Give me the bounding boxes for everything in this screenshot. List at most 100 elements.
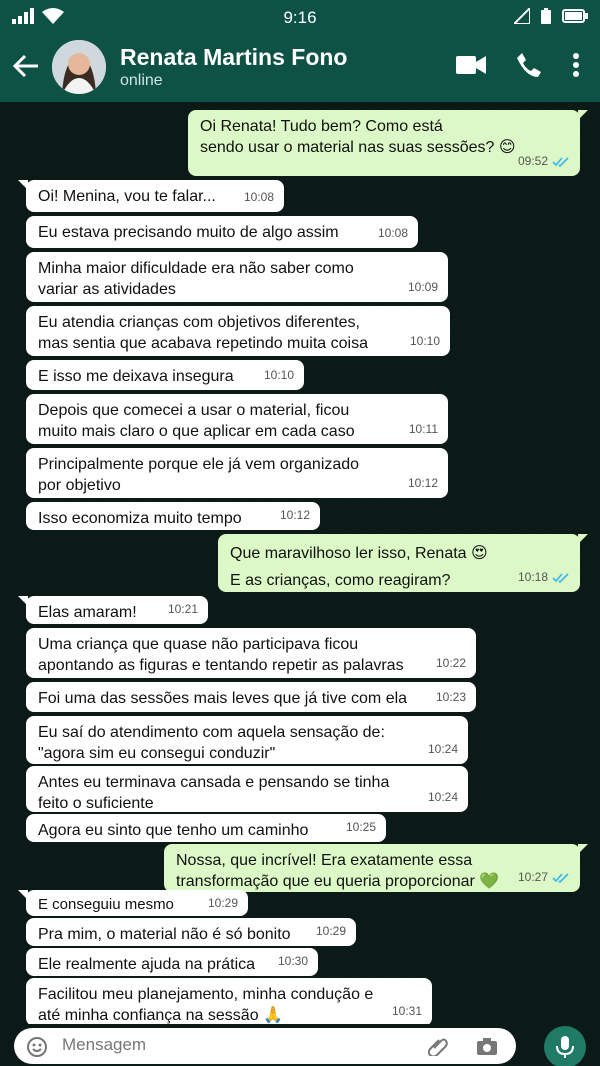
message-time: 10:29 [207, 896, 238, 910]
contact-status: online [120, 72, 163, 89]
message-bubble-incoming[interactable]: Ele realmente ajuda na prática 10:30 [26, 948, 318, 976]
more-vertical-icon[interactable] [572, 52, 580, 78]
back-button[interactable] [12, 52, 40, 85]
message-meta: 10:10 [410, 331, 440, 352]
phone-icon[interactable] [516, 52, 542, 78]
message-bubble-incoming[interactable]: Antes eu terminava cansada e pensando se… [26, 766, 468, 812]
message-text: Eu saí do atendimento com aquela sensaçã… [38, 724, 385, 762]
message-bubble-incoming[interactable]: Depois que comecei a usar o material, fi… [26, 394, 448, 444]
message-meta: 10:29 [316, 921, 346, 942]
message-time: 10:09 [407, 280, 438, 294]
message-time: 10:25 [345, 820, 376, 834]
message-meta: 09:52 [518, 151, 570, 172]
message-time: 10:10 [263, 368, 294, 382]
message-time: 09:52 [517, 154, 548, 168]
message-bubble-incoming[interactable]: E isso me deixava insegura 10:10 [26, 360, 304, 390]
message-text: Depois que comecei a usar o material, fi… [38, 402, 355, 440]
message-bubble-incoming[interactable]: Eu estava precisando muito de algo assim… [26, 216, 418, 248]
message-bubble-incoming[interactable]: Eu saí do atendimento com aquela sensaçã… [26, 716, 468, 764]
message-text: Nossa, que incrível! Era exatamente essa… [176, 852, 500, 890]
message-meta: 10:24 [428, 787, 458, 808]
status-bar: 9:16 [0, 0, 600, 34]
message-time: 10:12 [407, 476, 438, 490]
message-meta: 10:27 [518, 867, 570, 888]
double-check-read-icon [552, 872, 569, 883]
avatar-picture [52, 40, 106, 94]
message-text: Principalmente porque ele já vem organiz… [38, 456, 360, 494]
message-bubble-outgoing[interactable]: Nossa, que incrível! Era exatamente essa… [164, 844, 588, 892]
chat-header: Renata Martins Fono online [0, 34, 600, 102]
header-actions [456, 52, 580, 78]
message-text: Oi! Menina, vou te falar... [38, 188, 216, 205]
message-text: Uma criança que quase não participava fi… [38, 636, 404, 674]
double-check-read-icon [552, 572, 569, 583]
message-bubble-incoming[interactable]: Uma criança que quase não participava fi… [26, 628, 476, 678]
paperclip-icon [427, 1038, 448, 1058]
message-bubble-incoming[interactable]: Foi uma das sessões mais leves que já ti… [26, 682, 476, 712]
mic-icon [556, 1036, 574, 1058]
message-meta: 10:10 [264, 365, 294, 386]
message-time: 10:30 [277, 954, 308, 968]
video-call-icon[interactable] [456, 54, 486, 76]
message-composer[interactable]: Mensagem [14, 1028, 516, 1064]
status-right-icons [514, 8, 588, 24]
message-meta: 10:24 [428, 739, 458, 760]
message-meta: 10:11 [409, 419, 438, 440]
message-bubble-incoming[interactable]: Agora eu sinto que tenho um caminho 10:2… [26, 814, 386, 842]
message-meta: 10:08 [244, 187, 274, 208]
contact-name[interactable]: Renata Martins Fono [120, 44, 347, 71]
camera-icon [477, 1038, 497, 1055]
message-time: 10:12 [279, 508, 310, 522]
message-text: Facilitou meu planejamento, minha conduç… [38, 986, 374, 1024]
message-text: E conseguiu mesmo [38, 896, 174, 913]
message-text: Antes eu terminava cansada e pensando se… [38, 774, 390, 812]
message-bubble-outgoing[interactable]: Oi Renata! Tudo bem? Como está sendo usa… [188, 110, 588, 176]
message-time: 10:10 [409, 334, 440, 348]
message-time: 10:24 [427, 742, 458, 756]
message-time: 10:31 [391, 1004, 422, 1018]
message-meta: 10:29 [208, 895, 238, 912]
message-meta: 10:23 [436, 687, 466, 708]
message-text: Eu atendia crianças com objetivos difere… [38, 314, 368, 352]
double-check-read-icon [552, 156, 569, 167]
message-text: Minha maior dificuldade era não saber co… [38, 260, 354, 298]
message-bubble-incoming[interactable]: Facilitou meu planejamento, minha conduç… [26, 978, 432, 1026]
message-bubble-incoming[interactable]: Pra mim, o material não é só bonito 10:2… [26, 918, 356, 946]
message-bubble-outgoing[interactable]: Que maravilhoso ler isso, Renata 😍 E as … [218, 534, 588, 592]
emoji-button[interactable] [26, 1036, 48, 1063]
message-text: Pra mim, o material não é só bonito [38, 926, 291, 943]
message-bubble-incoming[interactable]: E conseguiu mesmo 10:29 [18, 890, 248, 916]
composer-bar: Mensagem [0, 1024, 600, 1066]
avatar[interactable] [52, 40, 106, 94]
signal-strength-icon [514, 8, 530, 24]
chat-area[interactable]: Oi Renata! Tudo bem? Como está sendo usa… [0, 102, 600, 1026]
message-meta: 10:12 [408, 473, 438, 494]
camera-button[interactable] [476, 1036, 498, 1061]
message-bubble-incoming[interactable]: Minha maior dificuldade era não saber co… [26, 252, 448, 302]
message-text: Isso economiza muito tempo [38, 510, 242, 527]
message-time: 10:08 [377, 226, 408, 240]
emoji-icon [27, 1037, 47, 1057]
mic-button[interactable] [544, 1026, 586, 1066]
message-bubble-incoming[interactable]: Isso economiza muito tempo 10:12 [26, 502, 320, 530]
message-input[interactable]: Mensagem [62, 1035, 146, 1055]
message-meta: 10:30 [278, 951, 308, 972]
message-meta: 10:09 [408, 277, 438, 298]
message-bubble-incoming[interactable]: Elas amaram! 10:21 [18, 596, 208, 624]
message-time: 10:29 [315, 924, 346, 938]
arrow-left-icon [12, 54, 38, 78]
attach-button[interactable] [427, 1036, 448, 1061]
status-time: 9:16 [283, 8, 317, 27]
message-text: E isso me deixava insegura [38, 368, 234, 385]
message-bubble-incoming[interactable]: Eu atendia crianças com objetivos difere… [26, 306, 450, 356]
message-time: 10:11 [408, 422, 438, 436]
message-text: Foi uma das sessões mais leves que já ti… [38, 690, 408, 707]
message-bubble-incoming[interactable]: Oi! Menina, vou te falar... 10:08 [18, 180, 284, 212]
message-meta: 10:18 [518, 567, 570, 588]
message-time: 10:08 [243, 190, 274, 204]
message-bubble-incoming[interactable]: Principalmente porque ele já vem organiz… [26, 448, 448, 498]
message-time: 10:27 [517, 870, 548, 884]
message-meta: 10:31 [392, 1001, 422, 1022]
message-meta: 10:12 [280, 505, 310, 526]
message-time: 10:24 [427, 790, 458, 804]
